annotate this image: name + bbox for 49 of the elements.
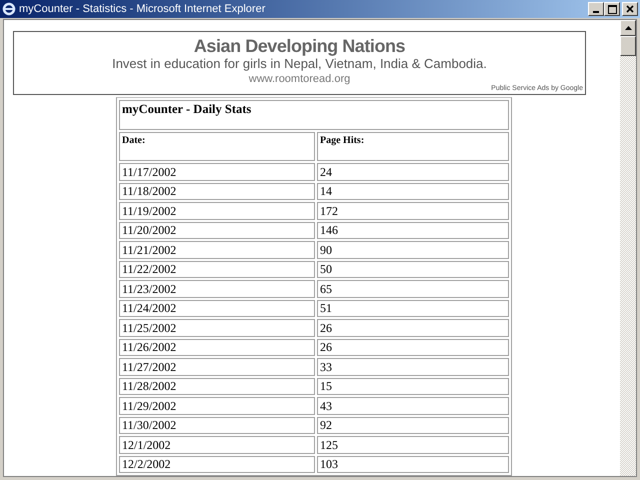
table-cell: 11/26/2002 [119,338,315,356]
table-cell: 24 [317,163,509,180]
table-cell: 92 [317,416,509,434]
table-cell: 11/17/2002 [119,163,315,180]
table-cell: 11/24/2002 [119,300,315,317]
table-cell: 103 [317,456,509,473]
ad-url[interactable]: www.roomtoread.org [248,72,350,86]
window-title: myCounter - Statistics - Microsoft Internet Explorer [19,2,266,17]
table-cell: 11/22/2002 [119,260,315,278]
table-cell: 90 [317,241,509,258]
minimize-button[interactable] [588,2,604,16]
table-cell: 26 [317,338,509,356]
table-cell: 11/18/2002 [119,182,315,200]
column-header: Page Hits: [317,132,509,161]
table-cell: 12/1/2002 [119,436,315,454]
column-header: Date: [119,132,315,161]
table-cell: 15 [317,378,509,395]
ad-text: Invest in education for girls in Nepal, Vietnam, India & Cambodia. [112,56,487,72]
table-cell: 11/19/2002 [119,202,315,220]
table-cell: 14 [317,182,509,200]
scrollbar[interactable] [620,20,636,476]
table-cell: 172 [317,202,509,220]
close-icon [626,5,634,13]
table-cell: 33 [317,358,509,376]
ad-headline[interactable]: Asian Developing Nations [194,36,406,56]
table-cell: 43 [317,397,509,414]
scroll-up-button[interactable] [620,20,636,36]
up-arrow-icon [624,26,632,30]
table-title: myCounter - Daily Stats [119,100,509,130]
table-cell: 12/2/2002 [119,456,315,473]
table-cell: 11/20/2002 [119,222,315,239]
table-cell: 11/30/2002 [119,416,315,434]
maximize-button[interactable] [604,2,620,16]
scroll-thumb[interactable] [620,36,636,56]
table-cell: 50 [317,260,509,278]
table-cell: 26 [317,319,509,336]
table-cell: 11/28/2002 [119,378,315,395]
table-cell: 125 [317,436,509,454]
table-cell: 11/27/2002 [119,358,315,376]
table-cell: 65 [317,280,509,298]
table-cell: 11/29/2002 [119,397,315,414]
table-cell: 51 [317,300,509,317]
close-button[interactable] [622,2,638,16]
table-cell: 11/21/2002 [119,241,315,258]
table-cell: 11/23/2002 [119,280,315,298]
table-cell: 11/25/2002 [119,319,315,336]
table-cell: 146 [317,222,509,239]
browser-icon [2,2,16,16]
maximize-icon [608,4,616,14]
